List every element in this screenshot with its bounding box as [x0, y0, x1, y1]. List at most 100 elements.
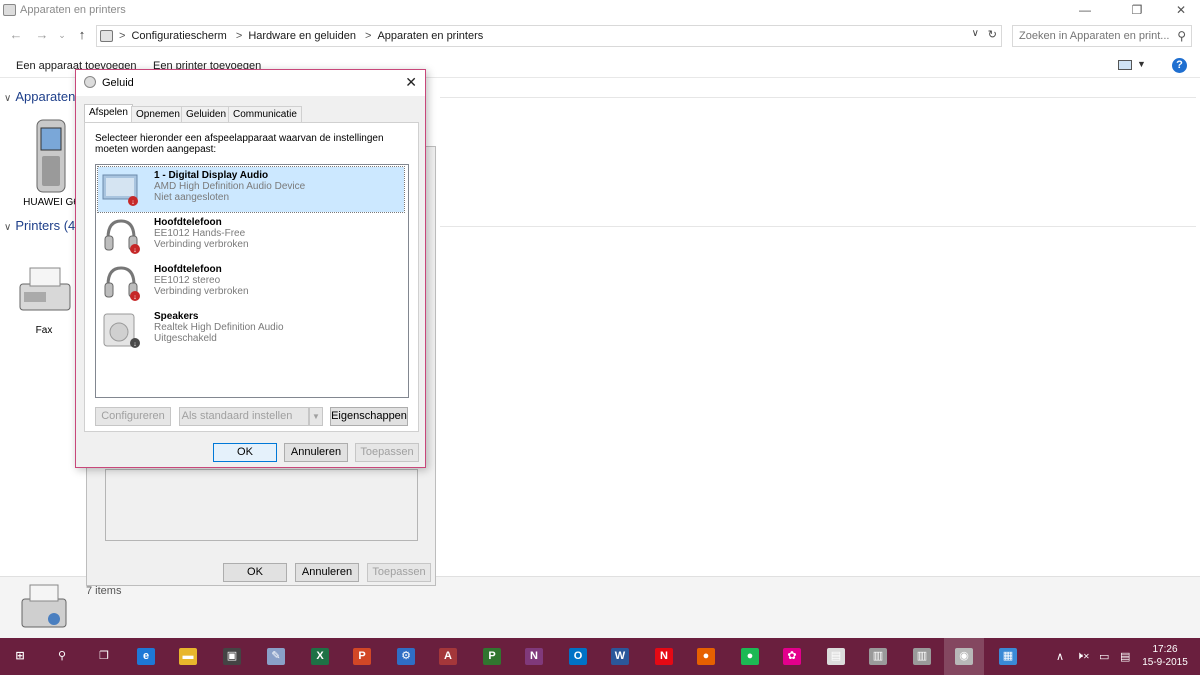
- word-app[interactable]: W: [600, 638, 640, 675]
- back-arrow-icon[interactable]: ←: [8, 27, 24, 43]
- device-status: Verbinding verbroken: [154, 239, 249, 250]
- search-icon[interactable]: ⚲: [1177, 29, 1186, 43]
- paint-app[interactable]: ✎: [256, 638, 296, 675]
- outlook-app[interactable]: O: [558, 638, 598, 675]
- pink-app[interactable]: ✿: [772, 638, 812, 675]
- store-app[interactable]: ▣: [212, 638, 252, 675]
- breadcrumb-item[interactable]: Configuratiescherm: [131, 30, 226, 42]
- device-fax[interactable]: Fax: [14, 262, 74, 336]
- list-item[interactable]: ↓ Hoofdtelefoon EE1012 stereo Verbinding…: [98, 261, 404, 306]
- cancel-button[interactable]: Annuleren: [295, 563, 359, 582]
- spotify-app[interactable]: ●: [730, 638, 770, 675]
- spotify-icon: ●: [741, 648, 759, 665]
- forward-arrow-icon[interactable]: →: [34, 27, 50, 43]
- edge-app[interactable]: e: [126, 638, 166, 675]
- search-icon: ⚲: [57, 650, 67, 662]
- list-item[interactable]: ↓ 1 - Digital Display Audio AMD High Def…: [97, 166, 405, 213]
- access-app[interactable]: A: [428, 638, 468, 675]
- up-arrow-icon[interactable]: ↑: [74, 27, 90, 43]
- search-input[interactable]: [1019, 27, 1179, 45]
- playback-device-list[interactable]: ↓ 1 - Digital Display Audio AMD High Def…: [95, 164, 409, 398]
- search-box[interactable]: ⚲: [1012, 25, 1192, 47]
- excel-app[interactable]: X: [300, 638, 340, 675]
- properties-button[interactable]: Eigenschappen: [330, 407, 408, 426]
- onenote-app[interactable]: N: [514, 638, 554, 675]
- task-view-button[interactable]: ❐: [84, 638, 124, 675]
- firefox-icon: ●: [697, 648, 715, 665]
- chevron-down-icon: ∨: [4, 93, 12, 104]
- tab-afspelen[interactable]: Afspelen: [84, 104, 133, 124]
- device-status: Verbinding verbroken: [154, 286, 249, 297]
- powerpoint-app[interactable]: P: [342, 638, 382, 675]
- project-app[interactable]: P: [472, 638, 512, 675]
- window-title: Apparaten en printers: [20, 4, 126, 16]
- start-button[interactable]: ⊞: [0, 638, 40, 675]
- recent-locations-icon[interactable]: ⌄: [54, 27, 70, 43]
- minimize-button[interactable]: —: [1062, 0, 1108, 22]
- netflix-app[interactable]: N: [644, 638, 684, 675]
- list-item[interactable]: ↓ Speakers Realtek High Definition Audio…: [98, 308, 404, 353]
- close-window-button[interactable]: ✕: [1158, 0, 1200, 22]
- volume-icon[interactable]: 🕨✕: [1076, 650, 1090, 663]
- taskbar: ⊞ ⚲ ❐ e ▬ ▣ ✎ X P ⚙ A P N O W N ● ● ✿ ▤ ▥ ▥ ◉ ▦ ∧ 🕨✕ ▭ ▤ 17:26 …: [0, 638, 1200, 675]
- cancel-button[interactable]: Annuleren: [284, 443, 348, 462]
- control-panel-icon: ▦: [999, 648, 1017, 665]
- notepad-app[interactable]: ▤: [816, 638, 856, 675]
- netflix-icon: N: [655, 648, 673, 665]
- device-name: Hoofdtelefoon: [154, 217, 222, 228]
- control-panel-app[interactable]: ▦: [988, 638, 1028, 675]
- headphones-icon: ↓: [104, 219, 140, 254]
- action-center-icon[interactable]: ▤: [1120, 650, 1130, 663]
- clock[interactable]: 17:26 15-9-2015: [1140, 643, 1190, 669]
- sound-app[interactable]: ◉: [944, 638, 984, 675]
- set-default-dropdown-icon[interactable]: ▼: [309, 407, 323, 426]
- change-view-icon[interactable]: [1118, 60, 1132, 70]
- address-bar[interactable]: > Configuratiescherm > Hardware en geluide…: [96, 25, 1002, 47]
- set-default-button[interactable]: Als standaard instellen: [179, 407, 309, 426]
- devices-app-1[interactable]: ▥: [858, 638, 898, 675]
- group-header-printers[interactable]: ∨ Printers (4: [4, 218, 75, 233]
- devices-app-2[interactable]: ▥: [902, 638, 942, 675]
- tab-geluiden[interactable]: Geluiden: [181, 106, 232, 123]
- settings-app[interactable]: ⚙: [386, 638, 426, 675]
- tab-communicatie[interactable]: Communicatie: [228, 106, 302, 123]
- monitor-icon: ↓: [102, 174, 138, 206]
- network-icon[interactable]: ▭: [1099, 650, 1109, 663]
- file-explorer-app[interactable]: ▬: [168, 638, 208, 675]
- group-divider: [440, 97, 1196, 98]
- refresh-icon[interactable]: ↻: [988, 28, 997, 41]
- sound-dialog: Geluid ✕ Afspelen Opnemen Geluiden Commu…: [75, 69, 426, 468]
- store-icon: ▣: [223, 648, 241, 665]
- tab-page-playback: Selecteer hieronder een afspeelapparaat …: [84, 122, 419, 432]
- svg-text:↓: ↓: [133, 294, 137, 301]
- ok-button[interactable]: OK: [213, 443, 277, 462]
- group-header-devices[interactable]: ∨ Apparaten: [4, 89, 75, 104]
- close-icon[interactable]: ✕: [405, 74, 417, 91]
- device-label: Fax: [35, 325, 53, 336]
- instruction-text: Selecteer hieronder een afspeelapparaat …: [95, 133, 384, 155]
- show-hidden-icons-icon[interactable]: ∧: [1056, 650, 1064, 663]
- sound-icon: ◉: [955, 648, 973, 665]
- tab-opnemen[interactable]: Opnemen: [131, 106, 185, 123]
- address-dropdown-icon[interactable]: ∨: [972, 28, 979, 39]
- configure-button[interactable]: Configureren: [95, 407, 171, 426]
- firefox-app[interactable]: ●: [686, 638, 726, 675]
- excel-icon: X: [311, 648, 329, 665]
- breadcrumb-item[interactable]: Hardware en geluiden: [248, 30, 356, 42]
- apply-button[interactable]: Toepassen: [355, 443, 419, 462]
- dialog-titlebar: Geluid ✕: [76, 70, 425, 96]
- search-button[interactable]: ⚲: [42, 638, 82, 675]
- list-item[interactable]: ↓ Hoofdtelefoon EE1012 Hands-Free Verbin…: [98, 214, 404, 259]
- device-driver: EE1012 Hands-Free: [154, 228, 246, 239]
- device-driver: AMD High Definition Audio Device: [154, 181, 306, 192]
- breadcrumb-item[interactable]: Apparaten en printers: [377, 30, 483, 42]
- svg-text:↓: ↓: [131, 199, 135, 206]
- ok-button[interactable]: OK: [223, 563, 287, 582]
- devices-printers-icon: [3, 4, 16, 16]
- phone-icon: [36, 119, 66, 193]
- restore-button[interactable]: ❐: [1114, 0, 1160, 22]
- apply-button[interactable]: Toepassen: [367, 563, 431, 582]
- help-icon[interactable]: ?: [1172, 58, 1187, 73]
- breadcrumb-separator: >: [235, 30, 243, 42]
- view-dropdown-icon[interactable]: ▼: [1137, 59, 1146, 69]
